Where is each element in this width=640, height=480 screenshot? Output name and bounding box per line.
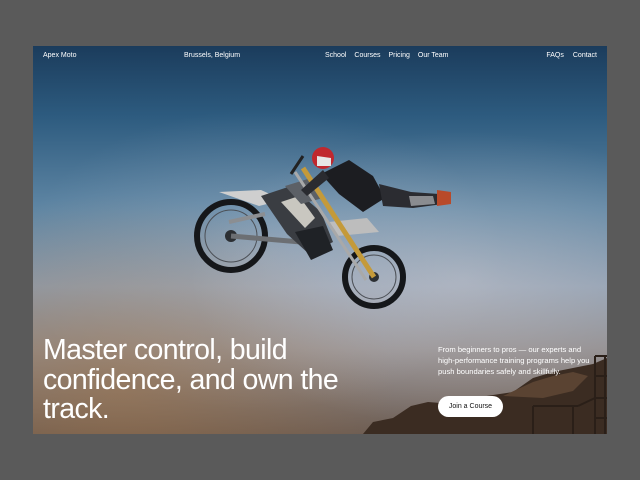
nav-link-contact[interactable]: Contact: [573, 52, 597, 59]
nav-link-our-team[interactable]: Our Team: [418, 52, 449, 59]
brand-logo[interactable]: Apex Moto: [43, 52, 76, 59]
top-navigation: Apex Moto Brussels, Belgium School Cours…: [33, 52, 607, 66]
nav-link-faqs[interactable]: FAQs: [546, 52, 564, 59]
location-label: Brussels, Belgium: [184, 52, 241, 59]
nav-link-pricing[interactable]: Pricing: [388, 52, 409, 59]
hero-description: From beginners to pros — our experts and…: [438, 345, 590, 376]
secondary-menu: FAQs Contact: [546, 52, 597, 59]
main-menu: School Courses Pricing Our Team: [325, 52, 449, 59]
nav-link-school[interactable]: School: [325, 52, 346, 59]
join-course-button[interactable]: Join a Course: [438, 396, 503, 417]
hero-section: Apex Moto Brussels, Belgium School Cours…: [33, 46, 607, 434]
nav-link-courses[interactable]: Courses: [354, 52, 380, 59]
hero-headline: Master control, build confidence, and ow…: [43, 334, 339, 425]
